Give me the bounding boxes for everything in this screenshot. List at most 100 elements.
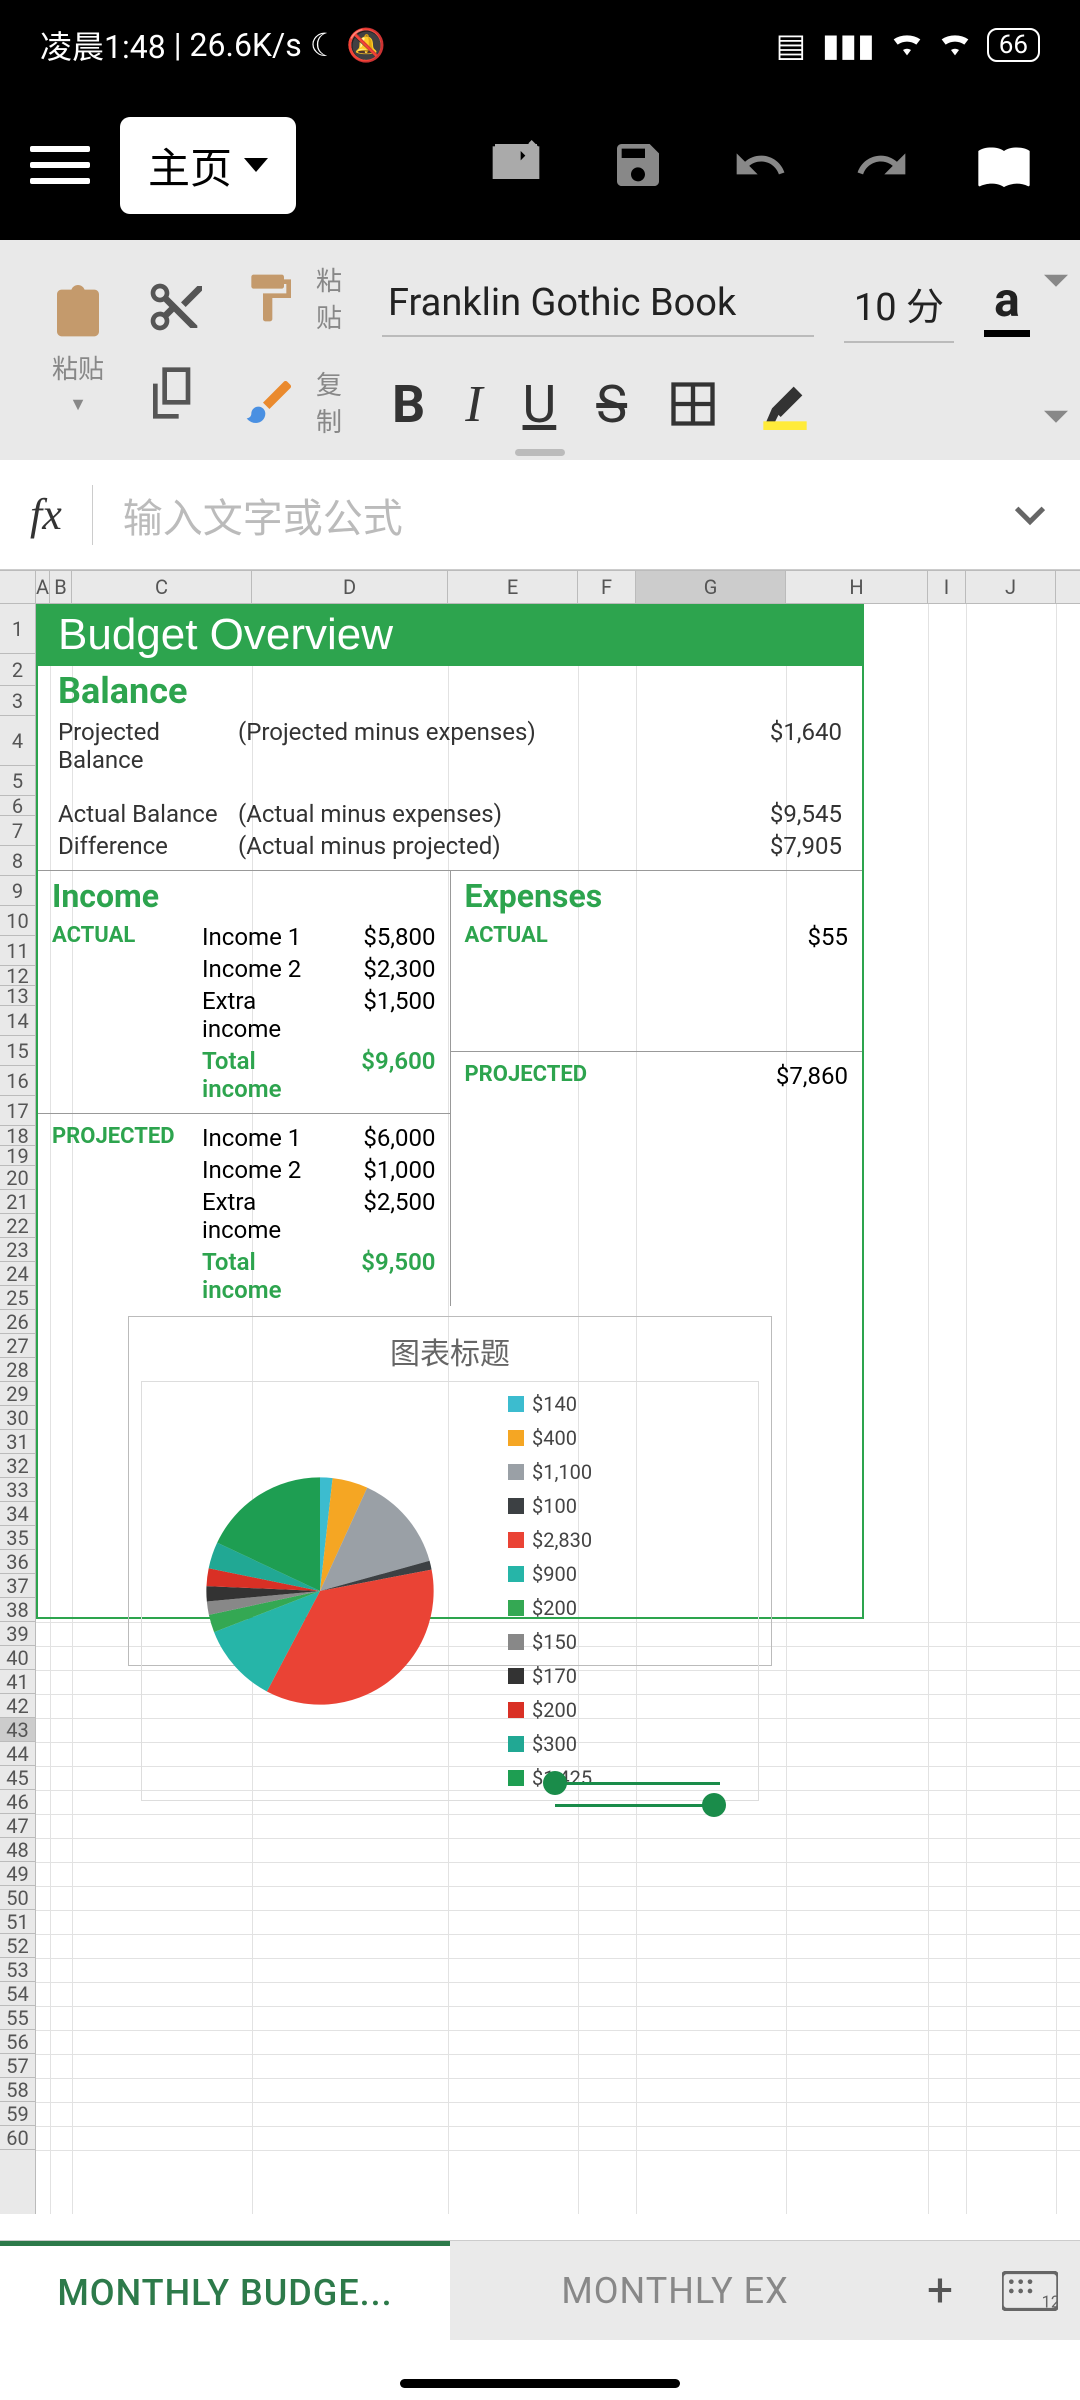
row-header-38[interactable]: 38 [0,1598,35,1622]
row-header-16[interactable]: 16 [0,1066,35,1096]
row-header-15[interactable]: 15 [0,1036,35,1066]
add-sheet-button[interactable]: + [900,2241,980,2340]
col-header-C[interactable]: C [72,571,252,603]
menu-icon[interactable] [30,146,90,184]
row-header-24[interactable]: 24 [0,1262,35,1286]
font-size-select[interactable]: 10 分 [844,266,954,343]
row-header-30[interactable]: 30 [0,1406,35,1430]
row-header-33[interactable]: 33 [0,1478,35,1502]
cut-icon[interactable] [146,279,202,335]
row-header-5[interactable]: 5 [0,766,35,796]
undo-icon[interactable] [732,137,788,193]
row-header-17[interactable]: 17 [0,1096,35,1126]
row-header-41[interactable]: 41 [0,1670,35,1694]
row-header-9[interactable]: 9 [0,876,35,906]
strike-button[interactable]: S [596,374,627,435]
col-header-G[interactable]: G [636,571,786,603]
row-header-48[interactable]: 48 [0,1838,35,1862]
expand-icon[interactable] [1010,495,1050,535]
home-tab-button[interactable]: 主页 [120,117,296,214]
row-header-6[interactable]: 6 [0,796,35,816]
row-header-21[interactable]: 21 [0,1190,35,1214]
row-header-34[interactable]: 34 [0,1502,35,1526]
col-header-J[interactable]: J [966,571,1056,603]
formula-input[interactable]: 输入文字或公式 [123,486,980,544]
col-header-H[interactable]: H [786,571,928,603]
save-icon[interactable] [610,137,666,193]
row-header-60[interactable]: 60 [0,2126,35,2150]
row-header-36[interactable]: 36 [0,1550,35,1574]
row-header-32[interactable]: 32 [0,1454,35,1478]
chart-container[interactable]: 图表标题 $140$400$1,100$100$2,830$900$200$15… [128,1316,772,1666]
row-header-4[interactable]: 4 [0,716,35,766]
row-header-25[interactable]: 25 [0,1286,35,1310]
row-header-51[interactable]: 51 [0,1910,35,1934]
sheet-tab-2[interactable]: MONTHLY EX [450,2241,900,2340]
copy-icon[interactable] [146,365,202,421]
row-header-31[interactable]: 31 [0,1430,35,1454]
sheet-tab-1[interactable]: MONTHLY BUDGE... [0,2241,450,2340]
row-header-23[interactable]: 23 [0,1238,35,1262]
row-header-20[interactable]: 20 [0,1166,35,1190]
row-header-49[interactable]: 49 [0,1862,35,1886]
row-header-39[interactable]: 39 [0,1622,35,1646]
row-header-46[interactable]: 46 [0,1790,35,1814]
row-header-28[interactable]: 28 [0,1358,35,1382]
row-header-43[interactable]: 43 [0,1718,35,1742]
paste-button[interactable]: 粘贴 ▼ [30,240,126,460]
row-header-56[interactable]: 56 [0,2030,35,2054]
toolbar-drag-handle[interactable] [515,449,565,456]
col-header-D[interactable]: D [252,571,448,603]
row-header-47[interactable]: 47 [0,1814,35,1838]
row-header-35[interactable]: 35 [0,1526,35,1550]
row-header-14[interactable]: 14 [0,1006,35,1036]
italic-button[interactable]: I [465,375,482,434]
row-header-10[interactable]: 10 [0,906,35,936]
col-header-A[interactable]: A [36,571,50,603]
row-header-11[interactable]: 11 [0,936,35,966]
caret-down-icon[interactable] [1044,270,1068,294]
row-header-8[interactable]: 8 [0,846,35,876]
row-header-27[interactable]: 27 [0,1334,35,1358]
font-color-button[interactable]: a [984,271,1030,337]
row-header-52[interactable]: 52 [0,1934,35,1958]
format-painter-icon[interactable] [242,270,298,326]
column-headers[interactable]: ABCDEFGHIJK [0,570,1080,604]
row-header-53[interactable]: 53 [0,1958,35,1982]
row-header-7[interactable]: 7 [0,816,35,846]
row-header-37[interactable]: 37 [0,1574,35,1598]
row-header-3[interactable]: 3 [0,686,35,716]
highlight-button[interactable] [759,378,811,430]
col-header-F[interactable]: F [578,571,636,603]
keyboard-button[interactable]: 123 [980,2241,1080,2340]
row-headers[interactable]: 1234567891011121314151617181920212223242… [0,604,36,2214]
row-header-26[interactable]: 26 [0,1310,35,1334]
row-header-2[interactable]: 2 [0,654,35,686]
row-header-19[interactable]: 19 [0,1146,35,1166]
sheet-content[interactable]: Budget Overview Balance Projected Balanc… [36,604,1080,2214]
row-header-13[interactable]: 13 [0,986,35,1006]
nav-handle[interactable] [400,2379,680,2388]
redo-icon[interactable] [854,137,910,193]
row-header-54[interactable]: 54 [0,1982,35,2006]
col-header-K[interactable]: K [1056,571,1080,603]
caret-down-icon[interactable] [1044,406,1068,430]
row-header-58[interactable]: 58 [0,2078,35,2102]
col-header-I[interactable]: I [928,571,966,603]
row-header-55[interactable]: 55 [0,2006,35,2030]
borders-button[interactable] [667,378,719,430]
book-icon[interactable] [976,137,1032,193]
row-header-42[interactable]: 42 [0,1694,35,1718]
bold-button[interactable]: B [392,374,425,435]
presentation-icon[interactable] [488,137,544,193]
format-brush-icon[interactable] [242,374,298,430]
row-header-22[interactable]: 22 [0,1214,35,1238]
row-header-1[interactable]: 1 [0,604,35,654]
col-header-E[interactable]: E [448,571,578,603]
row-header-45[interactable]: 45 [0,1766,35,1790]
row-header-57[interactable]: 57 [0,2054,35,2078]
col-header-B[interactable]: B [50,571,72,603]
font-name-select[interactable]: Franklin Gothic Book [382,271,814,337]
row-header-50[interactable]: 50 [0,1886,35,1910]
row-header-29[interactable]: 29 [0,1382,35,1406]
